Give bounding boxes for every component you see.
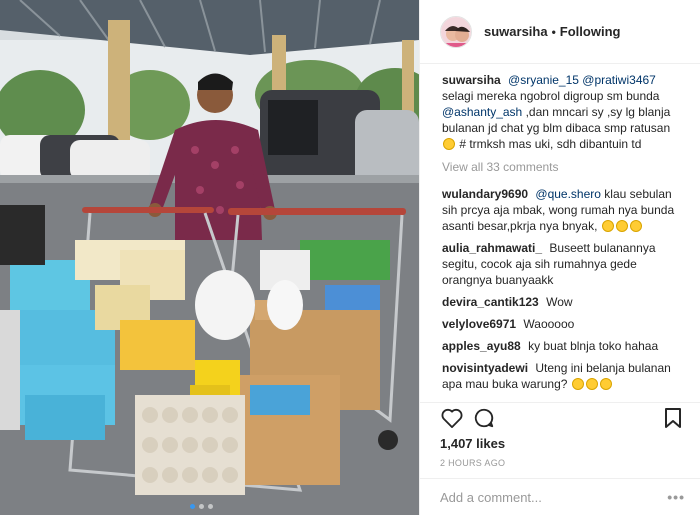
- smiley-emoji-icon: [615, 220, 628, 232]
- heart-icon[interactable]: [440, 406, 464, 430]
- like-count[interactable]: 1,407 likes: [440, 436, 505, 451]
- avatar-image: [441, 16, 471, 47]
- header-username[interactable]: suwarsiha: [484, 24, 548, 39]
- comment-mention[interactable]: @que.shero: [535, 187, 601, 201]
- grinning-emoji-icon: [443, 138, 455, 150]
- comment-item: aulia_rahmawati_ Buseett bulanannya segi…: [442, 240, 685, 288]
- comments-list[interactable]: suwarsiha @sryanie_15 @pratiwi3467 selag…: [420, 72, 700, 394]
- comment-username[interactable]: aulia_rahmawati_: [442, 241, 542, 255]
- caption-mention[interactable]: @pratiwi3467: [582, 73, 656, 87]
- post-timestamp: 2 HOURS AGO: [440, 458, 506, 468]
- smiley-emoji-icon: [629, 220, 642, 232]
- post-image: [0, 0, 419, 515]
- laughing-emoji-icon: [571, 378, 584, 390]
- comment-username[interactable]: velylove6971: [442, 317, 516, 331]
- comment-item: apples_ayu88 ky buat blnja toko hahaa: [442, 338, 685, 354]
- post-header: suwarsiha • Following: [420, 0, 700, 64]
- comment-bubble-icon[interactable]: [472, 406, 496, 430]
- comment-text: ky buat blnja toko hahaa: [528, 339, 659, 353]
- comment-item: wulandary9690 @que.shero klau sebulan si…: [442, 186, 685, 234]
- carousel-dot[interactable]: [199, 504, 204, 509]
- comment-username[interactable]: novisintyadewi: [442, 361, 528, 375]
- caption-mention[interactable]: @sryanie_15: [508, 73, 579, 87]
- comment-input[interactable]: [440, 489, 668, 505]
- comment-text: Waooooo: [523, 317, 575, 331]
- laughing-emoji-icon: [599, 378, 612, 390]
- comment-username[interactable]: apples_ayu88: [442, 339, 521, 353]
- caption-mention[interactable]: @ashanty_ash: [442, 105, 522, 119]
- laughing-emoji-icon: [585, 378, 598, 390]
- view-all-comments-link[interactable]: View all 33 comments: [442, 160, 685, 174]
- caption-text: selagi mereka ngobrol digroup sm bunda: [442, 89, 660, 103]
- post-side-panel: suwarsiha • Following suwarsiha @sryanie…: [419, 0, 700, 515]
- post-actions: [420, 402, 700, 432]
- smiley-emoji-icon: [601, 220, 614, 232]
- comment-username[interactable]: wulandary9690: [442, 187, 528, 201]
- comment-username[interactable]: devira_cantik123: [442, 295, 539, 309]
- carousel-indicator: [190, 504, 213, 509]
- carousel-dot[interactable]: [208, 504, 213, 509]
- comment-item: velylove6971 Waooooo: [442, 316, 685, 332]
- caption-text: # trmksh mas uki, sdh dibantuin td: [459, 137, 642, 151]
- caption: suwarsiha @sryanie_15 @pratiwi3467 selag…: [442, 72, 685, 152]
- post-photo[interactable]: [0, 0, 419, 515]
- comment-item: devira_cantik123 Wow: [442, 294, 685, 310]
- comment-item: novisintyadewi Uteng ini belanja bulanan…: [442, 360, 685, 392]
- following-button[interactable]: Following: [560, 24, 621, 39]
- carousel-dot[interactable]: [190, 504, 195, 509]
- comment-text: Wow: [546, 295, 573, 309]
- add-comment-bar: •••: [420, 478, 700, 515]
- bookmark-icon[interactable]: [661, 406, 685, 430]
- avatar[interactable]: [440, 15, 472, 48]
- more-options-icon[interactable]: •••: [667, 489, 685, 505]
- header-separator: •: [551, 24, 556, 39]
- caption-username[interactable]: suwarsiha: [442, 73, 501, 87]
